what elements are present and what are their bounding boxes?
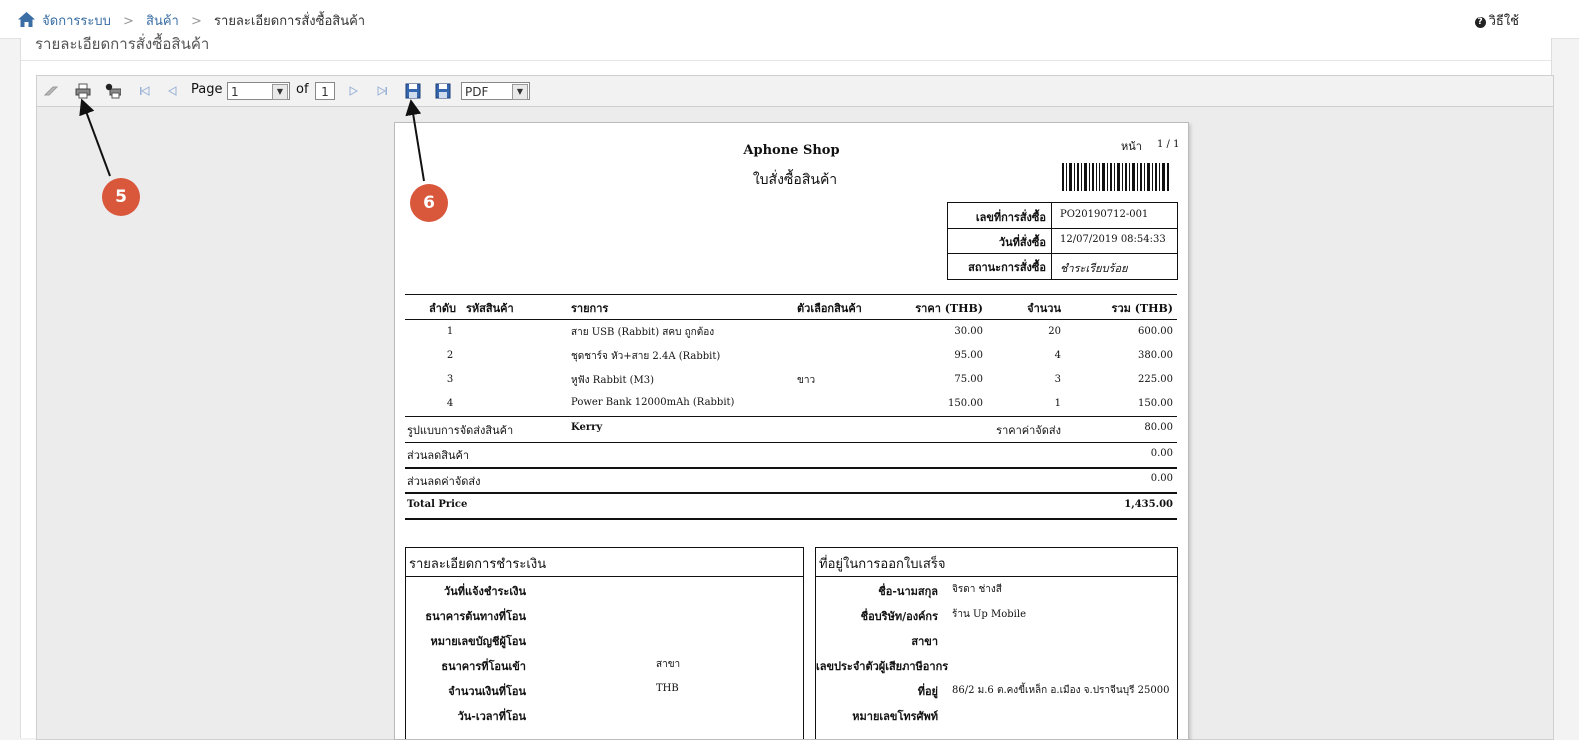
arrow-to-save	[405, 99, 425, 182]
arrow-to-print	[79, 98, 111, 177]
callout-badge: 6	[410, 184, 448, 222]
annotation-arrows	[79, 98, 425, 182]
callout-badge: 5	[102, 178, 140, 216]
